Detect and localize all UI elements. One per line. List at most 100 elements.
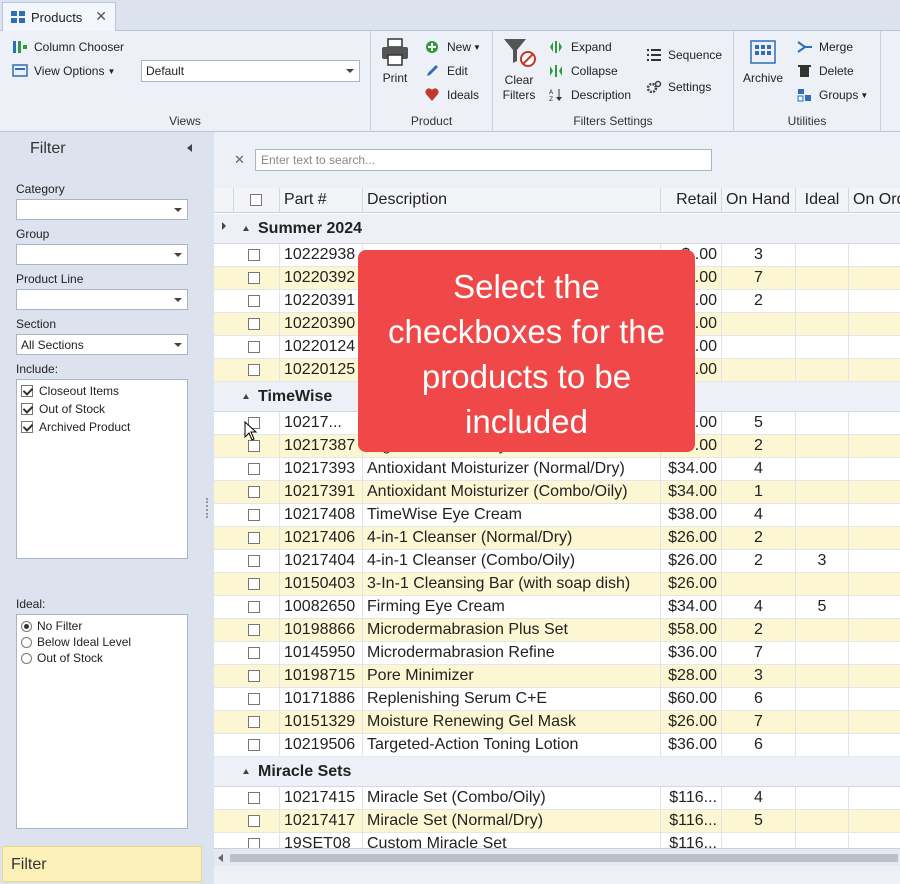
ideal-below-ideal[interactable]: Below Ideal Level xyxy=(17,634,187,650)
row-checkbox[interactable] xyxy=(248,555,260,567)
new-button[interactable]: New ▼ xyxy=(425,40,481,54)
cell-retail: $26.00 xyxy=(661,527,722,550)
ideal-no-filter[interactable]: No Filter xyxy=(17,618,187,634)
table-row[interactable]: 10217406 4-in-1 Cleanser (Normal/Dry) $26.… xyxy=(214,527,900,550)
category-select[interactable] xyxy=(16,199,188,220)
row-checkbox[interactable] xyxy=(248,670,260,682)
row-checkbox[interactable] xyxy=(248,295,260,307)
product-line-select[interactable] xyxy=(16,289,188,310)
row-checkbox[interactable] xyxy=(248,815,260,827)
cell-on-hand: 7 xyxy=(722,642,796,665)
table-row[interactable]: 10198715 Pore Minimizer $28.00 3 xyxy=(214,665,900,688)
row-checkbox[interactable] xyxy=(248,249,260,261)
cell-select xyxy=(214,810,280,833)
table-row[interactable]: 10217417 Miracle Set (Normal/Dry) $116... 5 xyxy=(214,810,900,833)
settings-button[interactable]: Settings xyxy=(646,80,711,94)
tab-products[interactable]: Products ✕ xyxy=(2,2,116,31)
column-header-ideal[interactable]: Ideal xyxy=(796,188,849,213)
row-checkbox[interactable] xyxy=(248,509,260,521)
print-button[interactable]: Print xyxy=(379,37,411,86)
clear-filters-button[interactable]: Clear Filters xyxy=(499,37,539,103)
edit-button[interactable]: Edit xyxy=(425,64,468,78)
table-row[interactable]: 10150403 3-In-1 Cleansing Bar (with soap … xyxy=(214,573,900,596)
column-header-on-order[interactable]: On Order xyxy=(849,188,900,213)
ideal-out-of-stock[interactable]: Out of Stock xyxy=(17,650,187,666)
table-row[interactable]: 10082650 Firming Eye Cream $34.00 4 5 xyxy=(214,596,900,619)
archive-button[interactable]: Archive xyxy=(740,39,786,86)
row-checkbox[interactable] xyxy=(248,792,260,804)
scrollbar-thumb[interactable] xyxy=(230,854,898,862)
row-checkbox[interactable] xyxy=(248,318,260,330)
group-row[interactable]: Miracle Sets xyxy=(214,757,900,787)
column-header-retail[interactable]: Retail xyxy=(661,188,722,213)
row-checkbox[interactable] xyxy=(248,272,260,284)
table-row[interactable]: 10219506 Targeted-Action Toning Lotion $36… xyxy=(214,734,900,757)
row-checkbox[interactable] xyxy=(248,647,260,659)
row-checkbox[interactable] xyxy=(248,440,260,452)
view-options-button[interactable]: View Options ▼ xyxy=(12,64,115,78)
select-all-checkbox[interactable] xyxy=(250,194,262,206)
row-checkbox[interactable] xyxy=(248,341,260,353)
group-row[interactable]: Summer 2024 xyxy=(214,214,900,244)
group-select[interactable] xyxy=(16,244,188,265)
column-header-description[interactable]: Description xyxy=(363,188,661,213)
column-header-part[interactable]: Part # xyxy=(280,188,363,213)
include-closeout-items[interactable]: Closeout Items xyxy=(17,382,187,400)
radio-button[interactable] xyxy=(21,620,32,632)
include-archived-product[interactable]: Archived Product xyxy=(17,418,187,436)
table-row[interactable]: 10217393 Antioxidant Moisturizer (Normal/… xyxy=(214,458,900,481)
view-select[interactable]: Default xyxy=(141,60,360,82)
checkbox[interactable] xyxy=(21,421,33,433)
row-checkbox[interactable] xyxy=(248,364,260,376)
section-select[interactable]: All Sections xyxy=(16,334,188,355)
checkbox[interactable] xyxy=(21,403,33,415)
row-checkbox[interactable] xyxy=(248,624,260,636)
cell-select xyxy=(214,244,280,267)
include-out-of-stock[interactable]: Out of Stock xyxy=(17,400,187,418)
collapse-group-icon[interactable] xyxy=(243,226,249,231)
ideals-button[interactable]: Ideals xyxy=(425,88,479,102)
sequence-button[interactable]: Sequence xyxy=(646,48,722,62)
row-checkbox[interactable] xyxy=(248,693,260,705)
search-input[interactable]: Enter text to search... xyxy=(255,149,712,171)
delete-button[interactable]: Delete xyxy=(797,64,854,78)
table-row[interactable]: 10151329 Moisture Renewing Gel Mask $26.00… xyxy=(214,711,900,734)
scroll-left-icon[interactable] xyxy=(218,854,223,862)
row-checkbox[interactable] xyxy=(248,716,260,728)
checkbox[interactable] xyxy=(21,385,33,397)
collapse-group-icon[interactable] xyxy=(243,769,249,774)
table-row[interactable]: 10217415 Miracle Set (Combo/Oily) $116... 4 xyxy=(214,787,900,810)
table-row[interactable]: 10171886 Replenishing Serum C+E $60.00 6 xyxy=(214,688,900,711)
groups-button[interactable]: Groups ▼ xyxy=(797,88,868,102)
row-checkbox[interactable] xyxy=(248,578,260,590)
description-sort-button[interactable]: AZ Description xyxy=(549,88,631,102)
collapse-pane-icon[interactable] xyxy=(187,144,192,152)
expand-button[interactable]: Expand xyxy=(549,40,612,54)
collapse-group-icon[interactable] xyxy=(243,394,249,399)
filter-footer-tab[interactable]: Filter xyxy=(2,846,202,882)
row-checkbox[interactable] xyxy=(248,739,260,751)
clear-search-icon[interactable]: ✕ xyxy=(234,152,245,168)
row-checkbox[interactable] xyxy=(248,601,260,613)
table-row[interactable]: 10217391 Antioxidant Moisturizer (Combo/O… xyxy=(214,481,900,504)
horizontal-scrollbar[interactable] xyxy=(214,848,900,866)
table-row[interactable]: 10217408 TimeWise Eye Cream $38.00 4 xyxy=(214,504,900,527)
radio-button[interactable] xyxy=(21,652,32,664)
close-icon[interactable]: ✕ xyxy=(95,8,107,25)
row-checkbox[interactable] xyxy=(248,486,260,498)
column-header-on-hand[interactable]: On Hand xyxy=(722,188,796,213)
table-row[interactable]: 10198866 Microdermabrasion Plus Set $58.00… xyxy=(214,619,900,642)
table-row[interactable]: 10217404 4-in-1 Cleanser (Combo/Oily) $26.… xyxy=(214,550,900,573)
merge-button[interactable]: Merge xyxy=(797,40,853,54)
pane-splitter[interactable] xyxy=(202,132,214,884)
radio-button[interactable] xyxy=(21,636,32,648)
table-row[interactable]: 10145950 Microdermabrasion Refine $36.00 7 xyxy=(214,642,900,665)
row-checkbox[interactable] xyxy=(248,532,260,544)
collapse-button[interactable]: Collapse xyxy=(549,64,618,78)
cell-ideal xyxy=(796,711,849,734)
sequence-label: Sequence xyxy=(668,48,723,62)
row-checkbox[interactable] xyxy=(248,463,260,475)
cell-on-order xyxy=(849,550,900,573)
print-label: Print xyxy=(382,71,408,85)
column-chooser-button[interactable]: Column Chooser xyxy=(12,40,124,54)
